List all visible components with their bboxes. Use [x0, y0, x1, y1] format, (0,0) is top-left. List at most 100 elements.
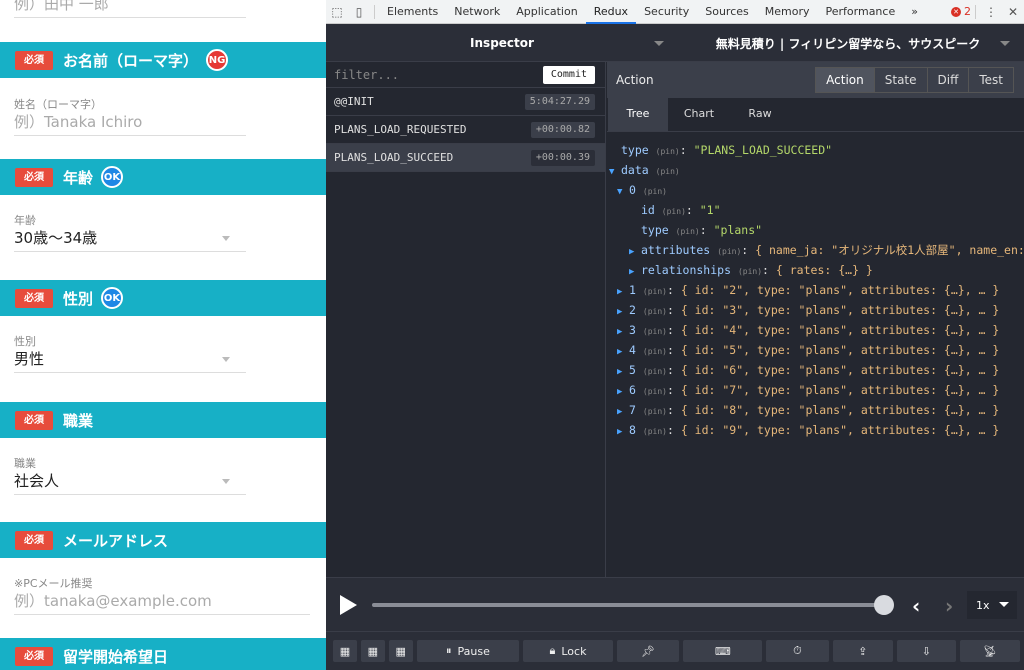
tree-row: type (pin): "plans" [641, 223, 763, 237]
pin-button[interactable]: (pin) [643, 407, 667, 416]
pin-button[interactable]: (pin) [662, 207, 686, 216]
collapsed-arrow-icon[interactable]: ▶ [617, 422, 629, 440]
playback-speed-select[interactable]: 1x [967, 591, 1017, 619]
previous-action-icon[interactable]: ‹ [912, 594, 920, 618]
filter-input[interactable]: filter... [334, 68, 399, 82]
close-icon[interactable]: ✕ [1002, 0, 1024, 24]
collapsed-arrow-icon[interactable]: ▶ [629, 262, 641, 280]
action-tab-button[interactable]: Action [816, 68, 874, 92]
tree-row-expandable[interactable]: ▶ 2 (pin): { id: "3", type: "plans", attr… [607, 300, 1024, 320]
expanded-arrow-icon[interactable]: ▼ [609, 162, 621, 180]
tab-application[interactable]: Application [508, 0, 585, 24]
pin-button[interactable]: (pin) [643, 287, 667, 296]
tree-row-expandable[interactable]: ▶ 6 (pin): { id: "7", type: "plans", attr… [607, 380, 1024, 400]
more-tabs-button[interactable]: » [903, 0, 926, 24]
layout-right-icon[interactable]: ▦ [360, 640, 385, 662]
gender-field[interactable]: 性別 男性 [14, 333, 246, 373]
action-item-selected[interactable]: PLANS_LOAD_SUCCEED +00:00.39 [326, 144, 605, 172]
tree-row-expandable[interactable]: ▼ 0 (pin) [607, 180, 1024, 200]
name-roman-field[interactable]: 姓名（ローマ字） 例）Tanaka Ichiro [14, 96, 246, 136]
tab-security[interactable]: Security [636, 0, 697, 24]
collapsed-arrow-icon[interactable]: ▶ [617, 302, 629, 320]
field-label: ※PCメール推奨 [14, 577, 93, 590]
tab-redux[interactable]: Redux [585, 0, 637, 24]
collapsed-arrow-icon[interactable]: ▶ [617, 362, 629, 380]
pause-button[interactable]: ⏸ Pause [416, 640, 520, 662]
layout-left-icon[interactable]: ▦ [333, 640, 357, 662]
pin-button[interactable]: (pin) [643, 427, 667, 436]
import-button[interactable]: ⇪ [832, 640, 893, 662]
slider-toggle-button[interactable]: ⏱ [766, 640, 829, 662]
tab-sources[interactable]: Sources [697, 0, 757, 24]
job-field[interactable]: 職業 社会人 [14, 455, 246, 495]
age-select[interactable]: 30歳〜34歳 [14, 226, 246, 252]
tree-row-expandable[interactable]: ▶ relationships (pin): { rates: {…} } [607, 260, 1024, 280]
collapsed-arrow-icon[interactable]: ▶ [629, 242, 641, 260]
chevron-down-icon [222, 357, 230, 362]
pin-button[interactable]: (pin) [656, 147, 680, 156]
layout-bottom-icon[interactable]: ▦ [388, 640, 413, 662]
collapsed-arrow-icon[interactable]: ▶ [617, 322, 629, 340]
pin-button[interactable]: (pin) [738, 267, 762, 276]
tab-elements[interactable]: Elements [379, 0, 446, 24]
pin-button[interactable]: (pin) [643, 387, 667, 396]
name-input[interactable]: 例）田中 一郎 [14, 0, 246, 18]
tree-row-expandable[interactable]: ▶ attributes (pin): { name_ja: "オリジナル校1人部… [607, 240, 1024, 260]
job-select[interactable]: 社会人 [14, 469, 246, 495]
pin-button[interactable]: (pin) [717, 247, 741, 256]
monitor-select[interactable]: Inspector [332, 29, 672, 57]
tree-row-expandable[interactable]: ▶ 7 (pin): { id: "8", type: "plans", attr… [607, 400, 1024, 420]
tree-row-expandable[interactable]: ▶ 3 (pin): { id: "4", type: "plans", attr… [607, 320, 1024, 340]
age-field[interactable]: 年齢 30歳〜34歳 [14, 212, 246, 252]
pin-button[interactable]: (pin) [643, 187, 667, 196]
email-input[interactable]: 例）tanaka@example.com [14, 589, 310, 615]
diff-tab-button[interactable]: Diff [926, 68, 969, 92]
tab-tree[interactable]: Tree [608, 97, 668, 131]
pin-button[interactable]: (pin) [643, 367, 667, 376]
action-item[interactable]: @@INIT 5:04:27.29 [326, 88, 605, 116]
tab-memory[interactable]: Memory [757, 0, 818, 24]
error-counter[interactable]: ✕ 2 [951, 5, 971, 18]
tab-raw[interactable]: Raw [730, 97, 790, 131]
pin-button[interactable]: (pin) [656, 167, 680, 176]
collapsed-arrow-icon[interactable]: ▶ [617, 342, 629, 360]
name-roman-input[interactable]: 例）Tanaka Ichiro [14, 110, 246, 136]
expanded-arrow-icon[interactable]: ▼ [617, 182, 629, 200]
inspect-element-icon[interactable]: ⬚ [326, 0, 348, 24]
menu-icon[interactable]: ⋮ [980, 0, 1002, 24]
remote-button[interactable]: 📡︎ [960, 640, 1020, 662]
state-tab-button[interactable]: State [873, 68, 927, 92]
tab-network[interactable]: Network [446, 0, 508, 24]
lock-button[interactable]: 🔒︎ Lock [523, 640, 613, 662]
dispatcher-button[interactable]: ⌨ [683, 640, 763, 662]
export-button[interactable]: ⇩ [896, 640, 957, 662]
tree-row-expandable[interactable]: ▶ 1 (pin): { id: "2", type: "plans", attr… [607, 280, 1024, 300]
action-item[interactable]: PLANS_LOAD_REQUESTED +00:00.82 [326, 116, 605, 144]
collapsed-arrow-icon[interactable]: ▶ [617, 402, 629, 420]
tree-row-expandable[interactable]: ▶ 8 (pin): { id: "9", type: "plans", attr… [607, 420, 1024, 440]
next-action-icon[interactable]: › [945, 594, 953, 618]
collapsed-arrow-icon[interactable]: ▶ [617, 282, 629, 300]
tab-performance[interactable]: Performance [818, 0, 904, 24]
commit-button[interactable]: Commit [542, 66, 595, 84]
tab-chart[interactable]: Chart [669, 97, 729, 131]
pin-button[interactable]: (pin) [643, 307, 667, 316]
pin-button[interactable]: (pin) [643, 327, 667, 336]
gender-select[interactable]: 男性 [14, 347, 246, 373]
play-icon[interactable] [340, 595, 357, 615]
tree-row-expandable[interactable]: ▶ 4 (pin): { id: "5", type: "plans", attr… [607, 340, 1024, 360]
email-field[interactable]: ※PCメール推奨 例）tanaka@example.com [14, 575, 310, 615]
pin-button[interactable]: (pin) [643, 347, 667, 356]
test-tab-button[interactable]: Test [968, 68, 1013, 92]
tree-row-expandable[interactable]: ▼ data (pin) [607, 160, 1024, 180]
tree-row-expandable[interactable]: ▶ 5 (pin): { id: "6", type: "plans", attr… [607, 360, 1024, 380]
persist-button[interactable]: 📌︎ [616, 640, 680, 662]
collapsed-arrow-icon[interactable]: ▶ [617, 382, 629, 400]
name-field[interactable]: 例）田中 一郎 [14, 0, 246, 18]
timeline-handle[interactable] [874, 595, 894, 615]
timeline-track[interactable] [372, 603, 884, 607]
instance-select[interactable]: 無料見積り | フィリピン留学なら、サウスピーク [678, 29, 1018, 57]
tree-value: "1" [699, 203, 721, 217]
pin-button[interactable]: (pin) [676, 227, 700, 236]
device-toolbar-icon[interactable]: ▯ [348, 0, 370, 24]
